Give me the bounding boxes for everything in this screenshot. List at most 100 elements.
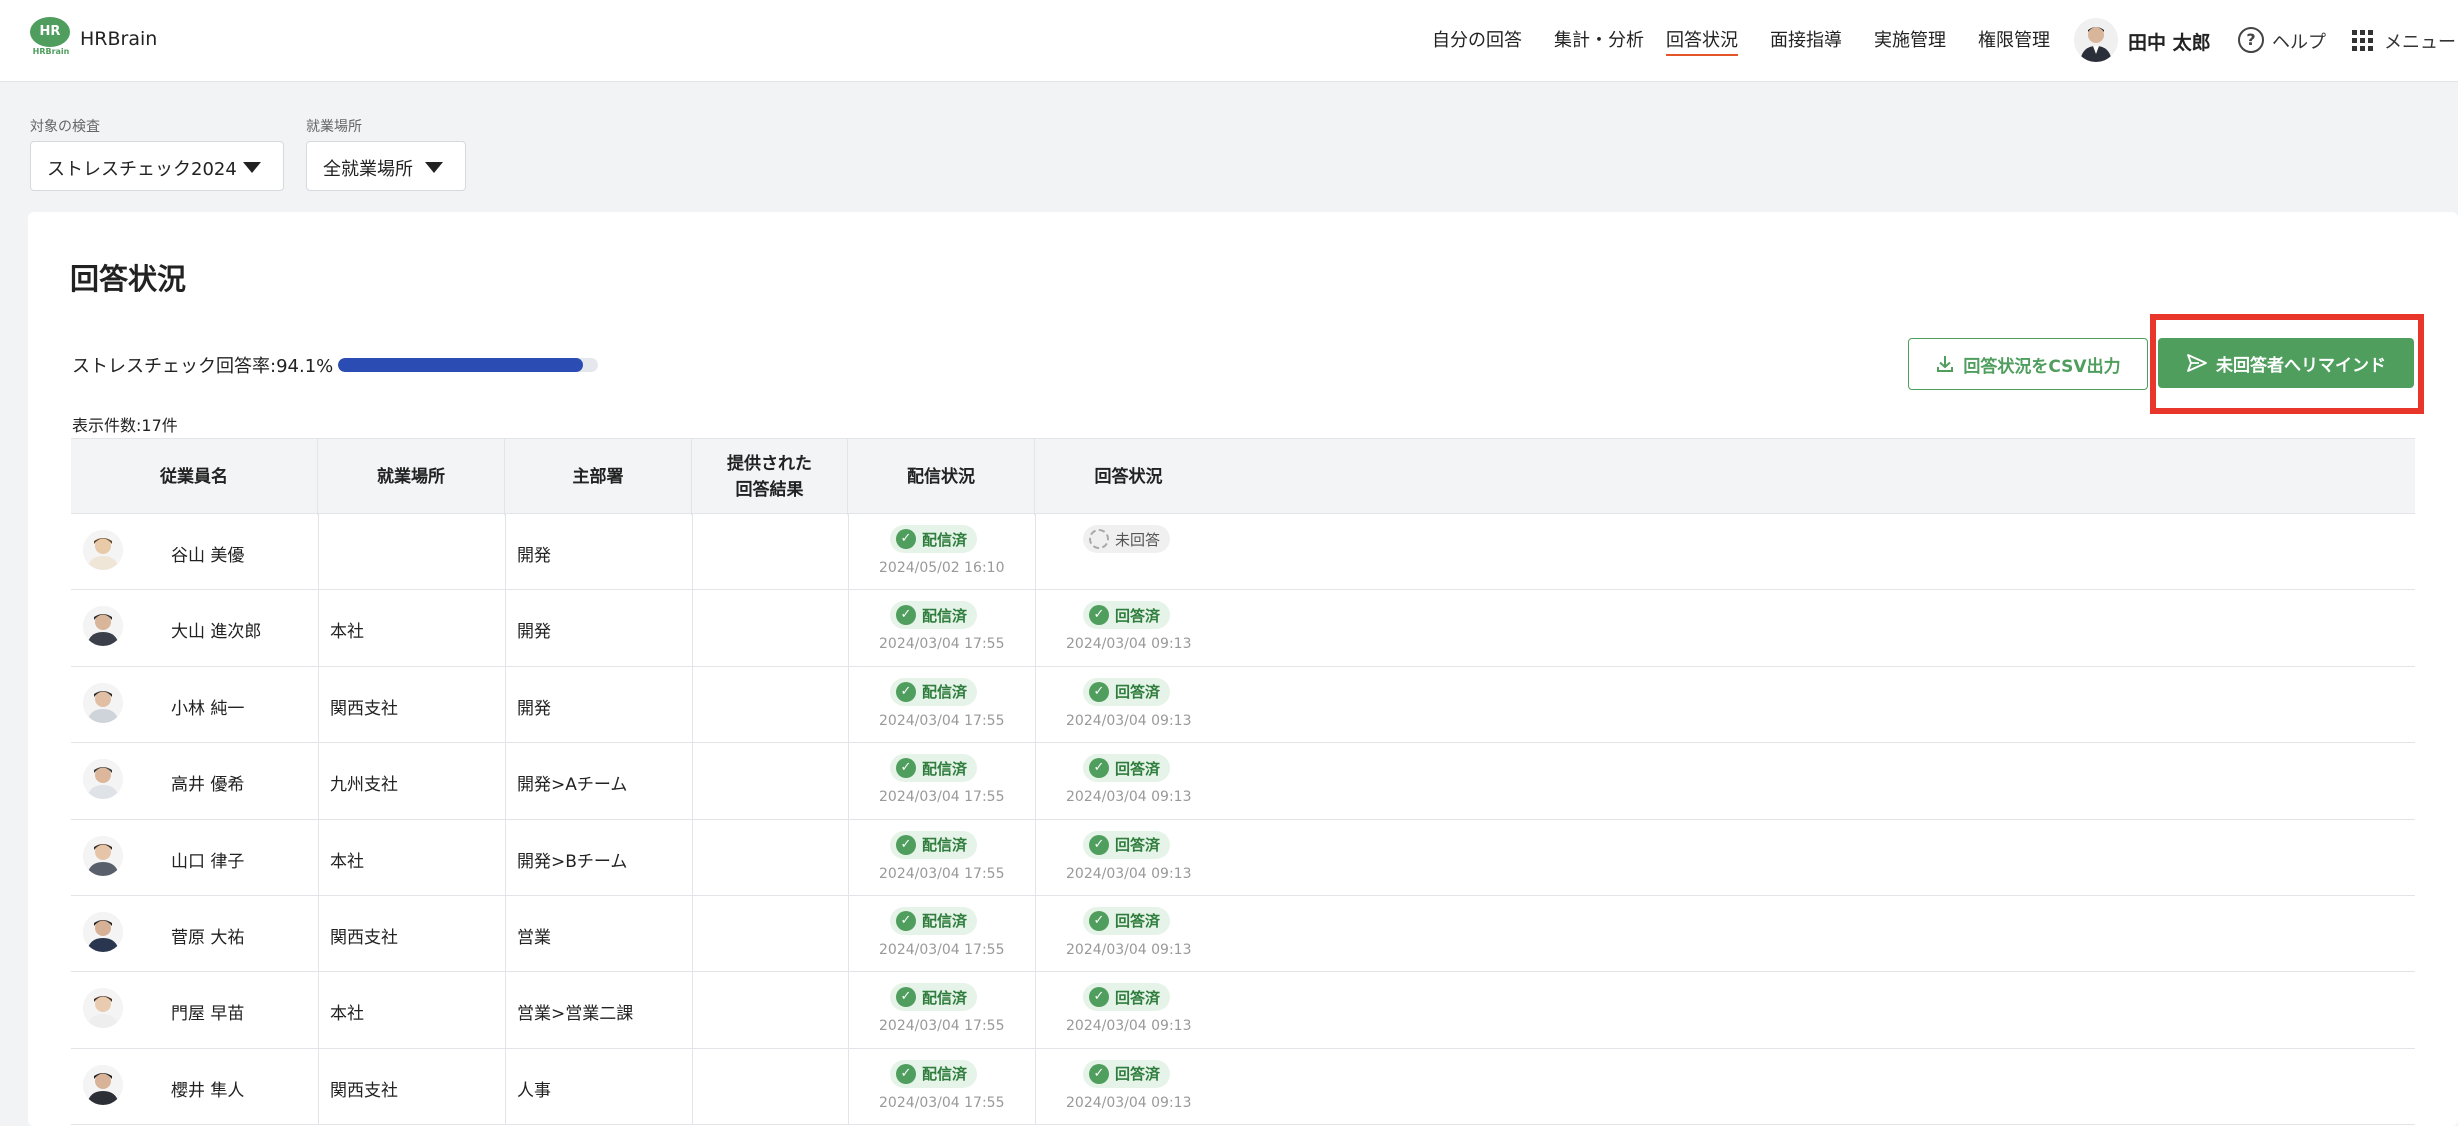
page-title: 回答状況 — [70, 262, 187, 296]
employee-avatar — [83, 988, 123, 1029]
check-icon: ✓ — [896, 834, 916, 855]
answer-status-badge: ✓ 回答済 — [1083, 983, 1171, 1012]
answer-timestamp: 2024/03/04 09:13 — [1066, 789, 1192, 806]
table-header: 従業員名 就業場所 主部署 提供された 回答結果 配信状況 回答状況 — [71, 438, 2415, 515]
check-icon: ✓ — [1089, 681, 1109, 702]
dept-cell: 営業 — [517, 927, 551, 948]
table-row[interactable]: 大山 進次郎 本社 開発 ✓ 配信済 2024/03/04 17:55 ✓ 回答… — [71, 590, 2415, 667]
delivery-status-text: 配信済 — [922, 912, 968, 931]
delivery-status-badge: ✓ 配信済 — [890, 830, 978, 859]
answer-status-badge: ✓ 回答済 — [1083, 1059, 1171, 1088]
menu-link[interactable]: メニュー — [2384, 28, 2456, 54]
person-photo-icon — [83, 1064, 123, 1105]
employee-name[interactable]: 谷山 美優 — [171, 541, 244, 566]
delivery-timestamp: 2024/03/04 17:55 — [879, 636, 1005, 653]
user-name[interactable]: 田中 太郎 — [2128, 28, 2211, 55]
delivery-status-text: 配信済 — [922, 988, 968, 1007]
nav-interview[interactable]: 面接指導 — [1770, 26, 1842, 56]
delivery-status-text: 配信済 — [922, 1065, 968, 1084]
grid-menu-icon[interactable] — [2352, 30, 2374, 52]
employee-name[interactable]: 大山 進次郎 — [171, 617, 261, 642]
delivery-status-text: 配信済 — [922, 530, 968, 549]
nav-my-answers[interactable]: 自分の回答 — [1432, 26, 1522, 56]
person-photo-icon — [83, 835, 123, 876]
dept-cell: 開発 — [517, 546, 551, 566]
table-row[interactable]: 門屋 早苗 本社 営業>営業二課 ✓ 配信済 2024/03/04 17:55 … — [71, 972, 2415, 1049]
caret-down-icon — [243, 162, 261, 173]
employee-avatar — [83, 682, 123, 723]
nav-implementation[interactable]: 実施管理 — [1874, 26, 1946, 56]
nav-analysis[interactable]: 集計・分析 — [1554, 26, 1644, 56]
remind-label: 未回答者へリマインド — [2216, 355, 2386, 376]
response-rate-progress — [338, 358, 598, 372]
answer-timestamp: 2024/03/04 09:13 — [1066, 1018, 1192, 1035]
employee-name[interactable]: 菅原 大祐 — [171, 923, 244, 948]
delivery-timestamp: 2024/03/04 17:55 — [879, 865, 1005, 882]
col-header-delivery[interactable]: 配信状況 — [848, 439, 1035, 515]
col-header-answer[interactable]: 回答状況 — [1035, 439, 1222, 515]
employee-avatar — [83, 835, 123, 876]
table-row[interactable]: 櫻井 隼人 関西支社 人事 ✓ 配信済 2024/03/04 17:55 ✓ 回… — [71, 1048, 2415, 1126]
table-row[interactable]: 高井 優希 九州支社 開発>Aチーム ✓ 配信済 2024/03/04 17:5… — [71, 743, 2415, 820]
dept-cell: 人事 — [517, 1080, 551, 1101]
employee-name[interactable]: 山口 律子 — [171, 847, 244, 872]
check-icon: ✓ — [896, 1063, 916, 1084]
employee-name[interactable]: 小林 純一 — [171, 694, 244, 719]
table-row[interactable]: 菅原 大祐 関西支社 営業 ✓ 配信済 2024/03/04 17:55 ✓ 回… — [71, 895, 2415, 973]
delivery-status-badge: ✓ 配信済 — [890, 525, 978, 553]
send-icon — [2187, 354, 2207, 372]
delivery-status-text: 配信済 — [922, 683, 968, 702]
employee-name[interactable]: 櫻井 隼人 — [171, 1076, 244, 1101]
hrbrain-logo[interactable]: HR HRBrain — [28, 17, 74, 59]
exam-select[interactable]: ストレスチェック2024 — [30, 141, 284, 191]
person-photo-icon — [83, 530, 123, 570]
answer-status-badge: ✓ 回答済 — [1083, 677, 1171, 706]
answer-timestamp: 2024/03/04 09:13 — [1066, 1094, 1192, 1111]
brand-name[interactable]: HRBrain — [80, 28, 157, 50]
check-icon: ✓ — [896, 758, 916, 779]
delivery-status-text: 配信済 — [922, 836, 968, 855]
answer-status-text: 回答済 — [1115, 759, 1161, 778]
nav-permissions[interactable]: 権限管理 — [1978, 26, 2050, 56]
csv-export-button[interactable]: 回答状況をCSV出力 — [1908, 338, 2148, 390]
help-icon[interactable]: ? — [2238, 27, 2264, 53]
col-header-workplace[interactable]: 就業場所 — [318, 439, 505, 515]
col-header-provided[interactable]: 提供された 回答結果 — [692, 439, 848, 515]
exam-select-value: ストレスチェック2024 — [47, 159, 237, 180]
check-icon: ✓ — [1089, 987, 1109, 1008]
workplace-cell: 本社 — [330, 622, 364, 643]
workplace-filter-label: 就業場所 — [306, 119, 362, 135]
delivery-timestamp: 2024/03/04 17:55 — [879, 712, 1005, 729]
user-avatar[interactable] — [2074, 18, 2118, 62]
person-photo-icon — [83, 759, 123, 800]
employee-name[interactable]: 高井 優希 — [171, 770, 244, 795]
answer-status-badge: ✓ 回答済 — [1083, 906, 1171, 935]
delivery-status-badge: ✓ 配信済 — [890, 906, 978, 935]
remind-unanswered-button[interactable]: 未回答者へリマインド — [2158, 338, 2414, 388]
answer-status-text: 回答済 — [1115, 606, 1161, 625]
delivery-timestamp: 2024/03/04 17:55 — [879, 789, 1005, 806]
workplace-select[interactable]: 全就業場所 — [306, 141, 466, 191]
col-header-dept[interactable]: 主部署 — [505, 439, 692, 515]
table-row[interactable]: 山口 律子 本社 開発>Bチーム ✓ 配信済 2024/03/04 17:55 … — [71, 819, 2415, 896]
delivery-status-badge: ✓ 配信済 — [890, 677, 978, 706]
check-icon: ✓ — [1089, 834, 1109, 855]
result-count: 表示件数:17件 — [72, 416, 178, 435]
caret-down-icon — [425, 162, 443, 173]
col-header-name[interactable]: 従業員名 — [71, 439, 318, 515]
delivery-status-text: 配信済 — [922, 606, 968, 625]
table-row[interactable]: 小林 純一 関西支社 開発 ✓ 配信済 2024/03/04 17:55 ✓ 回… — [71, 666, 2415, 744]
workplace-select-value: 全就業場所 — [323, 159, 413, 180]
workplace-cell: 関西支社 — [330, 927, 398, 948]
delivery-timestamp: 2024/03/04 17:55 — [879, 941, 1005, 958]
person-photo-icon — [83, 911, 123, 952]
answer-status-card: 回答状況 ストレスチェック回答率:94.1% 回答状況をCSV出力 未回答者へリ… — [28, 212, 2458, 1126]
employee-name[interactable]: 門屋 早苗 — [171, 999, 244, 1024]
help-link[interactable]: ヘルプ — [2272, 28, 2326, 54]
table-row[interactable]: 谷山 美優 開発 ✓ 配信済 2024/05/02 16:10 未回答 — [71, 514, 2415, 591]
delivery-timestamp: 2024/05/02 16:10 — [879, 560, 1005, 576]
answer-timestamp: 2024/03/04 09:13 — [1066, 712, 1192, 729]
dept-cell: 開発 — [517, 622, 551, 643]
answer-status-badge: ✓ 回答済 — [1083, 754, 1171, 783]
nav-answer-status[interactable]: 回答状況 — [1666, 26, 1738, 56]
